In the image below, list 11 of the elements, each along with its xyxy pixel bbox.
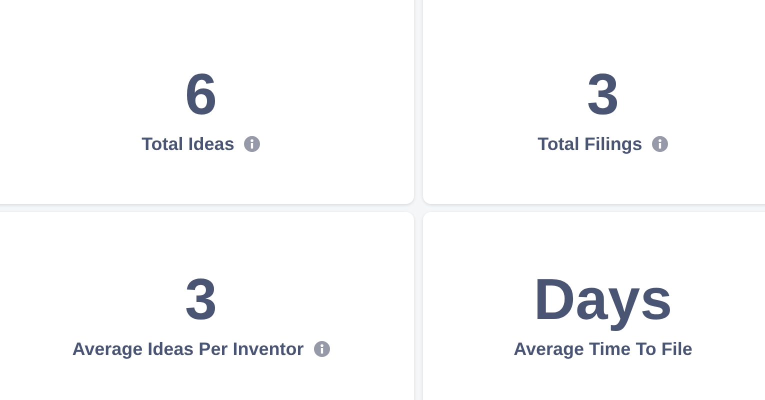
- info-icon[interactable]: [652, 136, 668, 152]
- stat-label: Average Time To File: [514, 338, 692, 360]
- stat-value: Days: [534, 270, 672, 328]
- stat-value: 6: [184, 66, 218, 124]
- stat-label: Total Ideas: [142, 134, 234, 154]
- stat-value: 3: [586, 66, 620, 124]
- stat-label: Total Filings: [538, 134, 642, 154]
- stat-label: Average Ideas Per Inventor: [72, 338, 304, 360]
- stat-value: 3: [184, 270, 218, 328]
- info-icon[interactable]: [314, 341, 330, 357]
- info-icon[interactable]: [244, 136, 260, 152]
